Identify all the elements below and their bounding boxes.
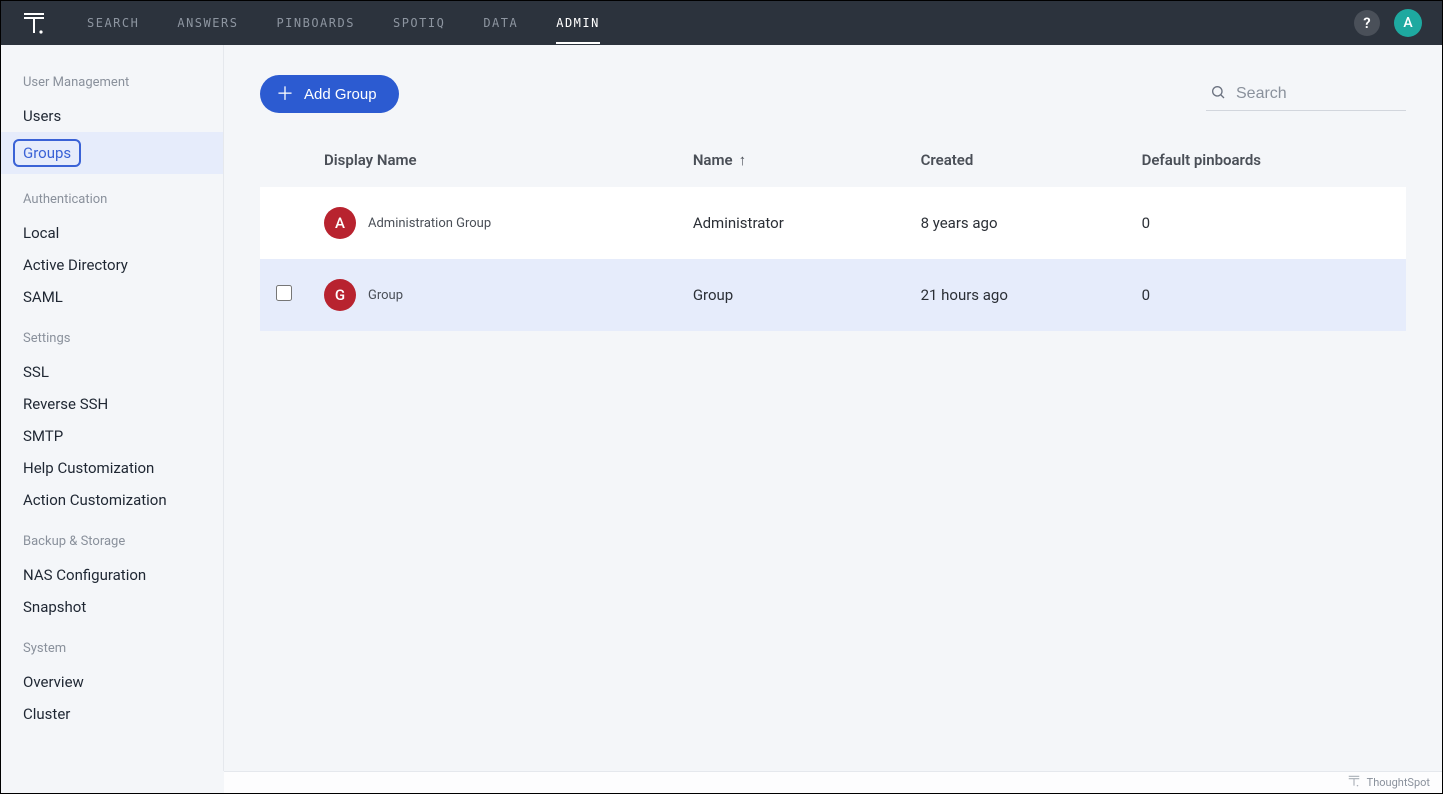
user-avatar[interactable]: A: [1394, 9, 1422, 37]
sidebar-section-title: Backup & Storage: [1, 534, 223, 559]
table-row[interactable]: GGroupGroup21 hours ago0: [260, 259, 1406, 331]
cell-created: 21 hours ago: [905, 259, 1126, 331]
primary-nav: SEARCH ANSWERS PINBOARDS SPOTIQ DATA ADMIN: [87, 2, 600, 44]
cell-default-pinboards: 0: [1126, 187, 1406, 259]
col-default-pinboards[interactable]: Default pinboards: [1126, 139, 1406, 187]
sort-arrow-icon: ↑: [739, 151, 747, 169]
plus-icon: ＋: [276, 85, 294, 103]
sidebar-item-smtp[interactable]: SMTP: [1, 420, 223, 452]
add-group-button[interactable]: ＋ Add Group: [260, 75, 399, 113]
sidebar-item-help-customization[interactable]: Help Customization: [1, 452, 223, 484]
row-checkbox[interactable]: [276, 285, 292, 301]
sidebar-item-users[interactable]: Users: [1, 100, 223, 132]
col-created[interactable]: Created: [905, 139, 1126, 187]
sidebar-item-overview[interactable]: Overview: [1, 666, 223, 698]
sidebar-item-cluster[interactable]: Cluster: [1, 698, 223, 730]
sidebar-section-title: Authentication: [1, 192, 223, 217]
display-name-text: Group: [368, 288, 403, 303]
brand-mark-icon: [1347, 774, 1361, 791]
group-avatar: G: [324, 279, 356, 311]
sidebar-item-active-directory[interactable]: Active Directory: [1, 249, 223, 281]
col-checkbox: [260, 139, 308, 187]
sidebar-section-title: System: [1, 641, 223, 666]
sidebar-item-snapshot[interactable]: Snapshot: [1, 591, 223, 623]
page-toolbar: ＋ Add Group: [260, 75, 1406, 113]
nav-item-search[interactable]: SEARCH: [87, 2, 139, 44]
cell-display-name: G Group: [308, 259, 677, 331]
display-name-text: Administration Group: [368, 216, 491, 231]
sidebar-item-groups[interactable]: Groups: [1, 132, 223, 174]
sidebar-item-reverse-ssh[interactable]: Reverse SSH: [1, 388, 223, 420]
cell-name: Group: [677, 259, 905, 331]
sidebar-section-title: User Management: [1, 75, 223, 100]
nav-item-pinboards[interactable]: PINBOARDS: [276, 2, 355, 44]
add-group-label: Add Group: [304, 86, 377, 103]
help-button[interactable]: ?: [1354, 10, 1380, 36]
cell-default-pinboards: 0: [1126, 259, 1406, 331]
nav-item-spotiq[interactable]: SPOTIQ: [393, 2, 445, 44]
main-content: ＋ Add Group Display NameName↑CreatedDefa…: [224, 45, 1442, 771]
footer-brand: ThoughtSpot: [1367, 776, 1430, 789]
groups-table: Display NameName↑CreatedDefault pinboard…: [260, 139, 1406, 331]
search-input[interactable]: [1236, 85, 1402, 103]
col-display-name[interactable]: Display Name: [308, 139, 677, 187]
footer: ThoughtSpot: [224, 771, 1442, 793]
search-icon: [1210, 84, 1226, 104]
sidebar-item-saml[interactable]: SAML: [1, 281, 223, 313]
nav-item-answers[interactable]: ANSWERS: [177, 2, 238, 44]
nav-item-data[interactable]: DATA: [483, 2, 518, 44]
brand-logo-icon[interactable]: [21, 10, 47, 36]
search-box[interactable]: [1206, 78, 1406, 111]
cell-created: 8 years ago: [905, 187, 1126, 259]
col-name[interactable]: Name↑: [677, 139, 905, 187]
group-avatar: A: [324, 207, 356, 239]
admin-sidebar: User ManagementUsersGroups Authentication…: [1, 45, 224, 771]
nav-item-admin[interactable]: ADMIN: [556, 2, 600, 44]
row-checkbox-cell: [260, 259, 308, 331]
sidebar-section-title: Settings: [1, 331, 223, 356]
sidebar-item-action-customization[interactable]: Action Customization: [1, 484, 223, 516]
sidebar-item-local[interactable]: Local: [1, 217, 223, 249]
sidebar-item-ssl[interactable]: SSL: [1, 356, 223, 388]
row-checkbox-cell: [260, 187, 308, 259]
topbar: SEARCHANSWERSPINBOARDSSPOTIQDATAADMIN ? …: [1, 1, 1442, 45]
cell-display-name: A Administration Group: [308, 187, 677, 259]
cell-name: Administrator: [677, 187, 905, 259]
table-row[interactable]: A Administration Group Administrator8 year…: [260, 187, 1406, 259]
sidebar-item-nas-configuration[interactable]: NAS Configuration: [1, 559, 223, 591]
